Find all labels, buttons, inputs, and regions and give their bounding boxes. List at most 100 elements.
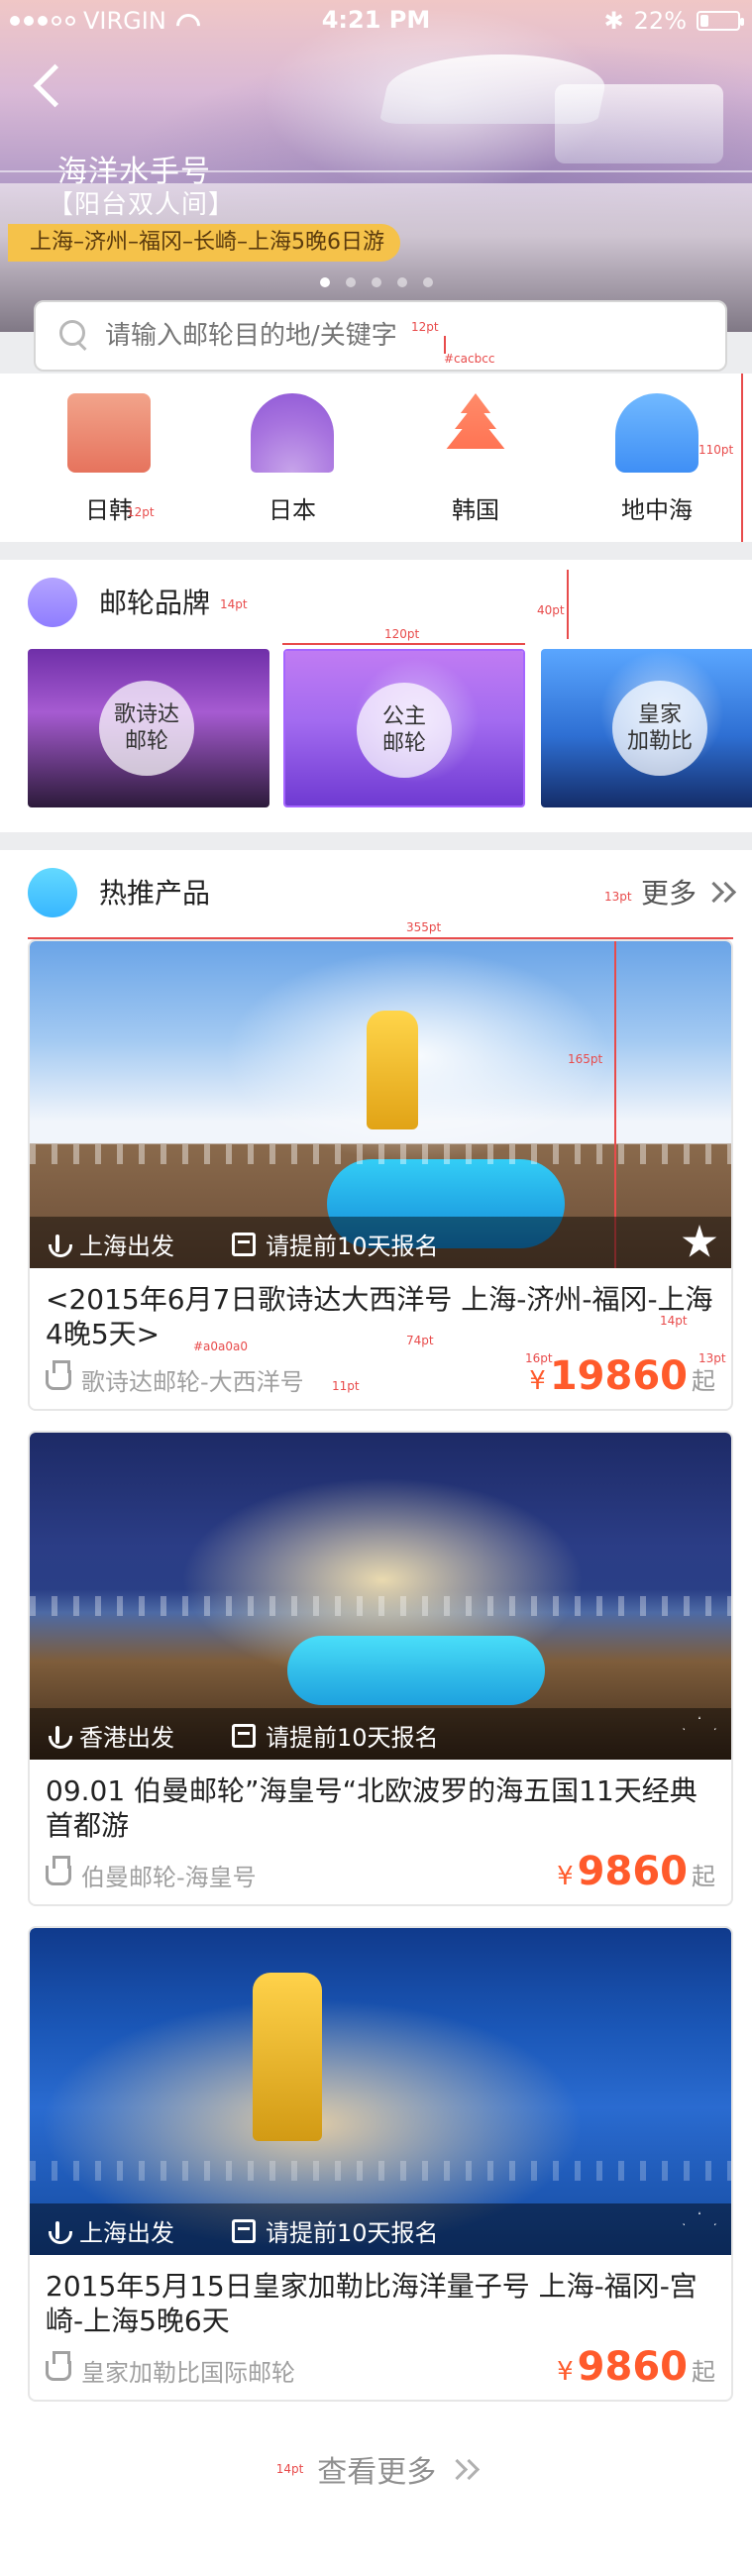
depart-info: 上海出发	[46, 2213, 174, 2248]
more-button[interactable]: 更多	[641, 872, 732, 912]
battery-fill	[700, 15, 708, 27]
spec-hot-width: 355pt	[406, 920, 442, 934]
product-brand-text: 歌诗达邮轮-大西洋号	[81, 1368, 304, 1396]
spec-search-color: #cacbcc	[444, 352, 495, 366]
hero-page-dot[interactable]	[422, 277, 433, 287]
search-icon	[59, 320, 89, 350]
ship-icon	[46, 1855, 71, 1885]
depart-label: 上海出发	[79, 1233, 174, 1260]
search-box[interactable]	[34, 300, 727, 372]
spec-line	[567, 570, 569, 639]
deck-rail-lights	[30, 1596, 731, 1616]
category-item-korea[interactable]: 韩国	[401, 393, 550, 532]
category-label: 韩国	[452, 496, 499, 524]
spec-section-title-font: 14pt	[220, 597, 248, 611]
price-currency: ¥	[529, 1366, 546, 1396]
product-image-overlay: 香港出发 请提前10天报名	[30, 1708, 731, 1760]
spec-see-more-font: 14pt	[275, 2462, 304, 2476]
brand-card-costa[interactable]: 歌诗达 邮轮	[28, 649, 269, 807]
search-input[interactable]	[105, 316, 699, 356]
calendar-icon	[232, 2218, 256, 2243]
product-title: <2015年6月7日歌诗达大西洋号 上海-济州-福冈-上海4晚5天>	[46, 1283, 713, 1350]
deadline-label: 请提前10天报名	[266, 1724, 439, 1752]
price-currency: ¥	[557, 2357, 574, 2387]
deadline-info: 请提前10天报名	[232, 1227, 439, 1261]
product-card[interactable]: 上海出发 请提前10天报名 2015年5月15日皇家加勒比海洋量子号 上海-福冈…	[28, 1926, 733, 2402]
product-image[interactable]: 香港出发 请提前10天报名	[30, 1433, 731, 1760]
hero-page-dot[interactable]	[396, 277, 407, 287]
battery-percent: 22%	[633, 7, 687, 35]
hot-header: 热推产品 更多 13pt 355pt	[0, 850, 752, 939]
see-more-label: 查看更多	[317, 2455, 437, 2490]
fan-icon	[251, 393, 334, 473]
double-chevron-right-icon	[706, 879, 732, 905]
see-more-button[interactable]: 14pt 查看更多	[0, 2447, 752, 2491]
ship-pool	[287, 1636, 545, 1705]
spec-cat-label-font: 12pt	[127, 505, 155, 519]
hero-banner[interactable]: VIRGIN 4:21 PM ✱ 22% 海洋水手号 【阳台双人间】 上海–济州…	[0, 0, 752, 332]
double-chevron-right-icon	[450, 2456, 476, 2482]
product-body: <2015年6月7日歌诗达大西洋号 上海-济州-福冈-上海4晚5天> 歌诗达邮轮…	[30, 1268, 731, 1409]
trend-icon	[28, 868, 77, 917]
dome-icon	[615, 393, 698, 473]
spec-cats-height: 110pt	[698, 443, 734, 457]
product-card[interactable]: 165pt 上海出发 请提前10天报名 <2015年6月7日歌诗达大西洋号 上海…	[28, 939, 733, 1411]
category-row: 日韩 日本 韩国 地中海 110pt 12pt 10pt	[0, 374, 752, 578]
temple-icon	[67, 393, 151, 473]
spec-card-title-font: 14pt	[660, 1314, 688, 1328]
ship-funnel	[253, 1973, 322, 2141]
spec-card-price-font: 16pt	[525, 1351, 553, 1365]
calendar-icon	[232, 1232, 256, 1256]
category-item-japan[interactable]: 日本	[218, 393, 367, 532]
brand-card-princess[interactable]: 公主 邮轮	[283, 649, 525, 807]
product-brand-line: 歌诗达邮轮-大西洋号	[46, 1359, 304, 1397]
product-image-overlay: 上海出发 请提前10天报名	[30, 1217, 731, 1268]
favorite-star-icon[interactable]	[682, 1225, 717, 1257]
product-body: 09.01 伯曼邮轮”海皇号“北欧波罗的海五国11天经典首都游 伯曼邮轮-海皇号…	[30, 1760, 731, 1904]
product-card[interactable]: 香港出发 请提前10天报名 09.01 伯曼邮轮”海皇号“北欧波罗的海五国11天…	[28, 1431, 733, 1906]
spec-card-price-suffix-font: 13pt	[698, 1351, 726, 1365]
product-body: 2015年5月15日皇家加勒比海洋量子号 上海-福冈-宫崎-上海5晚6天 皇家加…	[30, 2255, 731, 2400]
category-item-mediterranean[interactable]: 地中海	[583, 393, 731, 532]
ship-icon	[46, 1359, 71, 1390]
anchor-icon	[46, 1724, 72, 1749]
product-brand-text: 皇家加勒比国际邮轮	[81, 2359, 295, 2387]
product-price: ¥ 19860 起	[529, 1353, 715, 1399]
price-currency: ¥	[557, 1862, 574, 1891]
spec-line	[282, 643, 525, 645]
product-brand-line: 皇家加勒比国际邮轮	[46, 2350, 295, 2388]
brands-section: 邮轮品牌 14pt 40pt 120pt 歌诗达 邮轮 公主 邮轮 皇家 加勒比	[0, 560, 752, 832]
status-bar: VIRGIN 4:21 PM ✱ 22%	[0, 0, 752, 40]
spec-hot-img-height: 165pt	[568, 1052, 603, 1066]
brands-header: 邮轮品牌 14pt 40pt 120pt	[0, 560, 752, 645]
hero-pagination[interactable]	[0, 277, 752, 287]
deadline-label: 请提前10天报名	[266, 2219, 439, 2247]
favorite-star-icon[interactable]	[682, 1716, 717, 1749]
anchor-icon	[46, 2219, 72, 2244]
product-image[interactable]: 上海出发 请提前10天报名	[30, 1928, 731, 2255]
hero-bar	[555, 84, 723, 163]
deadline-info: 请提前10天报名	[232, 2213, 439, 2248]
spec-brand-card-width: 120pt	[384, 627, 420, 641]
spec-card-height: 74pt	[406, 1334, 434, 1347]
brand-card-royal-caribbean[interactable]: 皇家 加勒比	[541, 649, 752, 807]
spec-line	[741, 374, 743, 542]
price-value: 19860	[549, 1353, 688, 1399]
price-value: 9860	[577, 2344, 688, 2390]
hero-page-dot[interactable]	[319, 277, 330, 287]
hero-page-dot[interactable]	[371, 277, 381, 287]
favorite-star-icon[interactable]	[682, 2211, 717, 2244]
spec-card-meta-color: #a0a0a0	[193, 1340, 249, 1353]
product-brand-line: 伯曼邮轮-海皇号	[46, 1855, 257, 1892]
back-button[interactable]	[24, 54, 67, 114]
price-suffix: 起	[692, 2358, 715, 2386]
product-brand-text: 伯曼邮轮-海皇号	[81, 1864, 257, 1891]
product-image[interactable]: 165pt 上海出发 请提前10天报名	[30, 941, 731, 1268]
deadline-label: 请提前10天报名	[266, 1233, 439, 1260]
category-label: 地中海	[621, 496, 693, 524]
depart-label: 香港出发	[79, 1724, 174, 1752]
product-image-overlay: 上海出发 请提前10天报名	[30, 2203, 731, 2255]
hero-page-dot[interactable]	[345, 277, 356, 287]
category-item-japan-korea[interactable]: 日韩	[35, 393, 183, 532]
bluetooth-icon: ✱	[603, 7, 624, 35]
